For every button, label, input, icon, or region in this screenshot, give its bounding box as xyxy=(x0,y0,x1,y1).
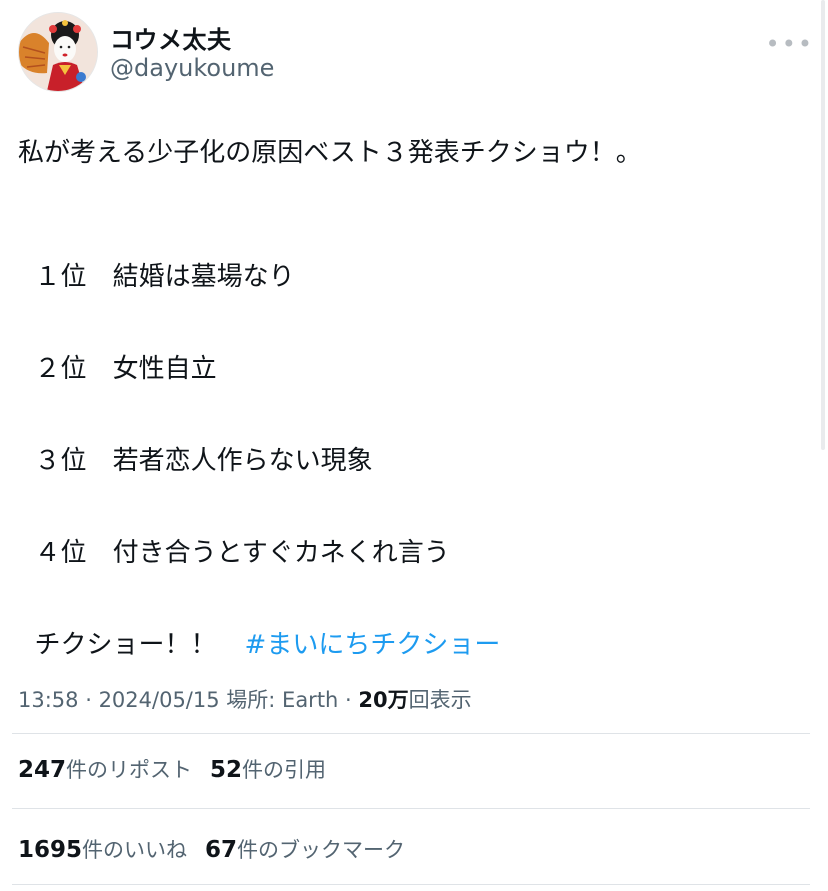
divider xyxy=(12,884,810,885)
divider xyxy=(12,733,810,734)
quotes-count: 52 xyxy=(210,757,243,783)
tweet-date[interactable]: 2024/05/15 xyxy=(99,688,220,712)
ranking-text: 若者恋人作らない現象 xyxy=(112,446,373,476)
reposts-count: 247 xyxy=(18,757,67,783)
reposts-stat[interactable]: 247件のリポスト xyxy=(18,757,193,783)
ranking-rank: ２位 xyxy=(34,354,87,384)
ranking-text: 結婚は墓場なり xyxy=(112,262,295,292)
ranking-item: ４位 付き合うとすぐカネくれ言う xyxy=(18,502,450,570)
stats-row-likes: 1695件のいいね 67件のブックマーク xyxy=(18,834,405,864)
divider xyxy=(12,808,810,809)
tweet-header: コウメ太夫 @dayukoume ••• xyxy=(18,12,818,92)
ranking-rank: １位 xyxy=(34,262,87,292)
likes-label: 件のいいね xyxy=(82,838,188,862)
ranking-text: 女性自立 xyxy=(112,354,217,384)
likes-stat[interactable]: 1695件のいいね xyxy=(18,837,188,863)
ranking-item: ３位 若者恋人作らない現象 xyxy=(18,410,373,478)
author-handle[interactable]: @dayukoume xyxy=(110,54,274,82)
likes-count: 1695 xyxy=(18,837,83,863)
tweet-meta: 13:58 · 2024/05/15 場所: Earth · 20万回表示 xyxy=(18,688,472,712)
stats-row-reposts: 247件のリポスト 52件の引用 xyxy=(18,754,326,784)
tweet-closing-line: チクショー！！ #まいにちチクショー xyxy=(18,594,501,662)
closing-text: チクショー！！ xyxy=(34,630,217,660)
avatar[interactable] xyxy=(18,12,98,92)
bookmarks-label: 件のブックマーク xyxy=(237,838,406,862)
quotes-label: 件の引用 xyxy=(242,758,327,782)
reposts-label: 件のリポスト xyxy=(66,758,193,782)
ranking-rank: ３位 xyxy=(34,446,87,476)
ranking-item: １位 結婚は墓場なり xyxy=(18,226,295,294)
author-display-name[interactable]: コウメ太夫 xyxy=(110,20,232,55)
quotes-stat[interactable]: 52件の引用 xyxy=(210,757,327,783)
bookmarks-stat[interactable]: 67件のブックマーク xyxy=(205,837,406,863)
hashtag-link[interactable]: #まいにちチクショー xyxy=(245,630,501,660)
views-count: 20万 xyxy=(358,688,409,712)
tweet-location: 場所: Earth xyxy=(226,688,339,712)
tweet-time[interactable]: 13:58 xyxy=(18,688,79,712)
ranking-text: 付き合うとすぐカネくれ言う xyxy=(112,538,450,568)
scrollbar[interactable] xyxy=(821,0,825,450)
tweet-intro: 私が考える少子化の原因ベスト３発表チクショウ！。 xyxy=(18,138,642,168)
ranking-rank: ４位 xyxy=(34,538,87,568)
bookmarks-count: 67 xyxy=(205,837,238,863)
more-horizontal-icon[interactable]: ••• xyxy=(766,30,814,58)
ranking-item: ２位 女性自立 xyxy=(18,318,217,386)
views-label: 回表示 xyxy=(408,688,472,712)
